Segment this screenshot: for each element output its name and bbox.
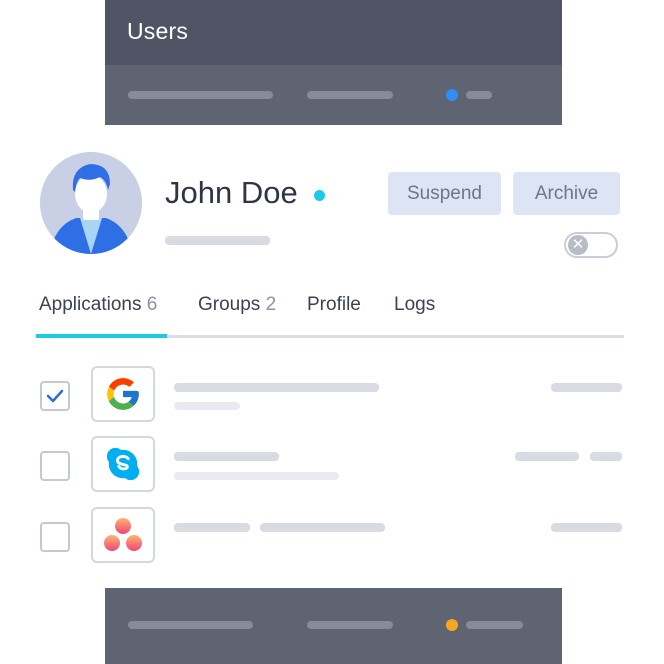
placeholder-bar (128, 621, 253, 629)
tab-applications[interactable]: Applications 6 (39, 294, 157, 316)
asana-icon (104, 518, 142, 551)
placeholder-bar (551, 383, 622, 392)
account-toggle[interactable]: ✕ (564, 232, 618, 258)
online-status-dot (314, 190, 325, 201)
tab-label: Profile (307, 294, 361, 315)
footer-window (105, 588, 562, 664)
app-tile[interactable] (91, 436, 155, 492)
placeholder-bar (466, 91, 492, 99)
checkmark-icon (46, 389, 64, 403)
user-avatar-icon (40, 152, 142, 254)
tab-logs[interactable]: Logs (394, 294, 435, 316)
app-tile[interactable] (91, 507, 155, 563)
placeholder-bar (307, 91, 393, 99)
placeholder-bar (260, 523, 385, 532)
user-name: John Doe (165, 175, 298, 210)
placeholder-bar (551, 523, 622, 532)
placeholder-bar (174, 523, 250, 532)
status-indicator-blue (446, 89, 458, 101)
row-checkbox[interactable] (40, 381, 70, 411)
tab-groups[interactable]: Groups 2 (198, 294, 276, 316)
suspend-button[interactable]: Suspend (388, 172, 501, 215)
google-icon (107, 378, 139, 410)
active-tab-indicator (36, 334, 167, 338)
window-title: Users (127, 18, 189, 44)
tab-profile[interactable]: Profile (307, 294, 361, 316)
app-tile[interactable] (91, 366, 155, 422)
placeholder-bar (590, 452, 622, 461)
archive-button[interactable]: Archive (513, 172, 620, 215)
placeholder-bar (128, 91, 273, 99)
close-icon: ✕ (568, 235, 588, 255)
placeholder-bar (174, 452, 279, 461)
status-indicator-orange (446, 619, 458, 631)
skype-icon (106, 447, 140, 481)
placeholder-bar (515, 452, 579, 461)
placeholder-bar (307, 621, 393, 629)
tab-count: 6 (146, 294, 158, 315)
tab-label: Applications (39, 294, 142, 315)
tab-count: 2 (265, 294, 277, 315)
row-checkbox[interactable] (40, 451, 70, 481)
placeholder-bar (174, 472, 339, 480)
placeholder-bar (466, 621, 523, 629)
users-window: Users (105, 0, 562, 125)
placeholder-bar (174, 402, 240, 410)
row-checkbox[interactable] (40, 522, 70, 552)
placeholder-bar (174, 383, 379, 392)
tab-label: Groups (198, 294, 261, 315)
tab-label: Logs (394, 294, 436, 315)
window-title-bar: Users (105, 0, 562, 65)
placeholder-bar (165, 236, 270, 245)
avatar (40, 152, 142, 254)
